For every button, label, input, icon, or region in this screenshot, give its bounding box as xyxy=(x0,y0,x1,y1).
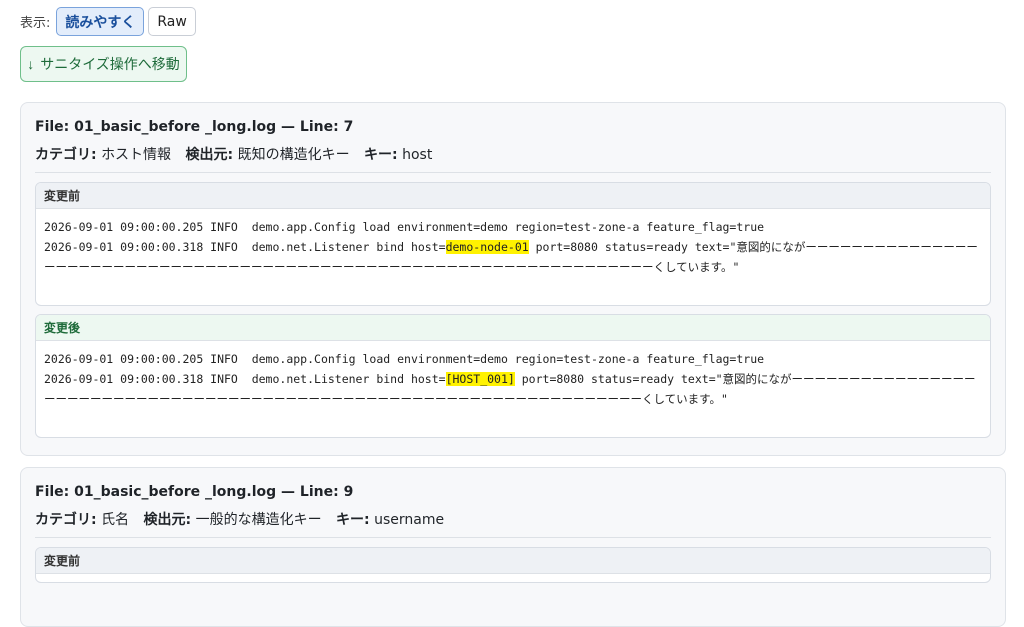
highlighted-sanitized-value: [HOST_001] xyxy=(445,372,515,386)
view-mode-toolbar: 表示: 読みやすく Raw xyxy=(20,7,196,36)
highlighted-original-value: demo-node-01 xyxy=(445,240,529,254)
before-log-text: 2026-09-01 09:00:00.205 INFO demo.app.Co… xyxy=(36,209,990,305)
after-pane-title: 変更後 xyxy=(36,315,990,341)
divider xyxy=(35,172,991,173)
finding-file-line: File: 01_basic_before _long.log — Line: … xyxy=(35,119,354,135)
log-line-prefix: 2026-09-01 09:00:00.318 INFO demo.net.Li… xyxy=(44,372,446,386)
arrow-down-icon: ↓ xyxy=(27,56,35,72)
finding-file-line: File: 01_basic_before _long.log — Line: … xyxy=(35,484,354,500)
key-label: キー: xyxy=(364,147,398,163)
before-log-text xyxy=(36,574,990,582)
before-pane-title: 変更前 xyxy=(36,183,990,209)
before-pane: 変更前 xyxy=(35,547,991,583)
key-value: username xyxy=(374,512,445,528)
view-mode-label: 表示: xyxy=(20,16,51,31)
after-pane: 変更後 2026-09-01 09:00:00.205 INFO demo.ap… xyxy=(35,314,991,438)
key-value: host xyxy=(402,147,433,163)
finding-meta: カテゴリ: 氏名 検出元: 一般的な構造化キー キー: username xyxy=(35,509,991,528)
before-pane-title: 変更前 xyxy=(36,548,990,574)
log-line: 2026-09-01 09:00:00.205 INFO demo.app.Co… xyxy=(44,352,765,366)
category-label: カテゴリ: xyxy=(35,512,97,528)
source-value: 既知の構造化キー xyxy=(237,147,350,163)
source-label: 検出元: xyxy=(143,512,192,528)
after-log-text: 2026-09-01 09:00:00.205 INFO demo.app.Co… xyxy=(36,341,990,437)
readable-view-button[interactable]: 読みやすく xyxy=(56,7,145,36)
finding-card: File: 01_basic_before _long.log — Line: … xyxy=(20,102,1006,456)
source-label: 検出元: xyxy=(185,147,234,163)
jump-to-sanitize-label: サニタイズ操作へ移動 xyxy=(40,56,180,72)
source-value: 一般的な構造化キー xyxy=(195,512,322,528)
log-line: 2026-09-01 09:00:00.205 INFO demo.app.Co… xyxy=(44,220,765,234)
category-value: ホスト情報 xyxy=(101,147,172,163)
category-value: 氏名 xyxy=(101,512,130,528)
finding-meta: カテゴリ: ホスト情報 検出元: 既知の構造化キー キー: host xyxy=(35,144,991,163)
raw-view-button[interactable]: Raw xyxy=(148,7,196,36)
category-label: カテゴリ: xyxy=(35,147,97,163)
jump-to-sanitize-button[interactable]: ↓ サニタイズ操作へ移動 xyxy=(20,46,187,82)
finding-card: File: 01_basic_before _long.log — Line: … xyxy=(20,467,1006,627)
log-line-prefix: 2026-09-01 09:00:00.318 INFO demo.net.Li… xyxy=(44,240,446,254)
key-label: キー: xyxy=(336,512,370,528)
divider xyxy=(35,537,991,538)
before-pane: 変更前 2026-09-01 09:00:00.205 INFO demo.ap… xyxy=(35,182,991,306)
